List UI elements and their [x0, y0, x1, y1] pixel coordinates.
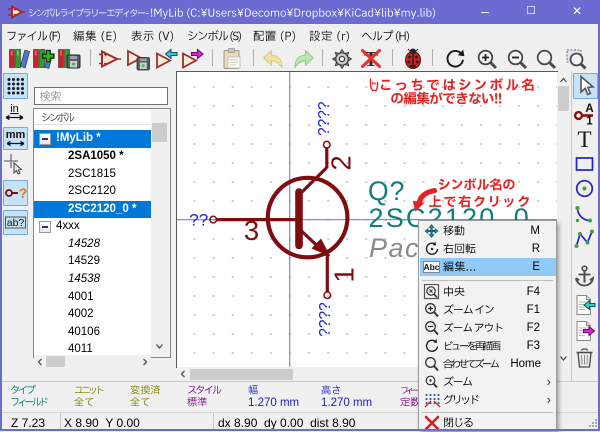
svg-text:Abc: Abc: [423, 262, 439, 272]
svg-text:mm: mm: [6, 129, 26, 141]
svg-text:ab?: ab?: [7, 217, 25, 229]
svg-text:T: T: [577, 128, 591, 151]
svg-text:1: 1: [586, 116, 593, 126]
svg-text:A: A: [585, 103, 593, 115]
svg-text:?: ?: [19, 185, 27, 201]
svg-text:in: in: [10, 103, 19, 115]
